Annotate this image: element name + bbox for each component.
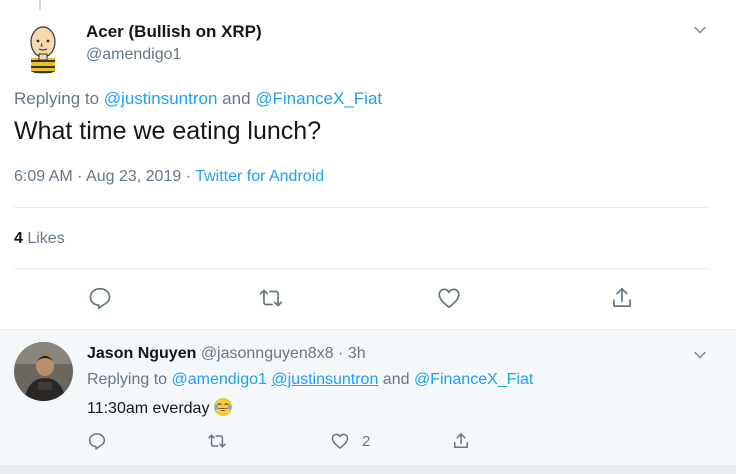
tweet-source-link[interactable]: Twitter for Android	[195, 168, 324, 185]
divider	[0, 465, 736, 474]
tweet-time[interactable]: 6:09 AM	[14, 168, 73, 185]
replying-prefix: Replying to	[87, 371, 172, 388]
meta-separator: ·	[181, 168, 196, 185]
reply-time[interactable]: 3h	[348, 345, 366, 362]
tears-of-joy-emoji	[213, 397, 233, 417]
mention-link[interactable]: @FinanceX_Fiat	[255, 89, 382, 108]
replying-to-line: Replying to @amendigo1 @justinsuntron an…	[87, 371, 533, 389]
reply-icon[interactable]	[87, 430, 107, 452]
heart-icon	[331, 433, 349, 449]
author-name[interactable]: Acer (Bullish on XRP)	[86, 22, 262, 42]
like-count: 2	[362, 432, 371, 450]
tweet-metadata: 6:09 AM · Aug 23, 2019 · Twitter for And…	[14, 168, 324, 186]
chevron-down-icon[interactable]	[690, 345, 710, 365]
replying-prefix: Replying to	[14, 89, 104, 108]
divider	[14, 207, 710, 208]
mention-link[interactable]: @justinsuntron	[104, 89, 218, 108]
mention-link[interactable]: @amendigo1	[172, 371, 267, 388]
reply-text-content: 11:30am everday	[87, 400, 210, 417]
avatar[interactable]	[14, 16, 72, 74]
likes-count-link[interactable]: 4 Likes	[14, 230, 65, 248]
tweet-date[interactable]: Aug 23, 2019	[86, 168, 181, 185]
chevron-down-icon[interactable]	[690, 20, 710, 40]
meta-separator: ·	[72, 168, 87, 185]
avatar[interactable]	[14, 342, 73, 401]
time-separator: ·	[333, 345, 348, 362]
reply-author-name[interactable]: Jason Nguyen	[87, 345, 196, 362]
reply-author-handle[interactable]: @jasonnguyen8x8	[201, 345, 334, 362]
replying-to-line: Replying to @justinsuntron and @FinanceX…	[14, 89, 382, 109]
retweet-icon[interactable]	[207, 430, 227, 452]
likes-number: 4	[14, 230, 23, 247]
author-handle[interactable]: @amendigo1	[86, 46, 181, 64]
mention-link[interactable]: @FinanceX_Fiat	[414, 371, 533, 388]
reply-header: Jason Nguyen @jasonnguyen8x8 · 3h	[87, 345, 366, 363]
replying-and: and	[217, 89, 256, 108]
thread-line	[39, 0, 41, 10]
main-tweet: Acer (Bullish on XRP) @amendigo1 Replyin…	[0, 0, 736, 328]
tweet-text: What time we eating lunch?	[14, 117, 322, 145]
share-icon[interactable]	[609, 285, 635, 311]
like-button[interactable]: 2	[330, 430, 370, 452]
heart-icon[interactable]	[436, 285, 462, 311]
share-icon[interactable]	[451, 430, 471, 452]
reply-tweet[interactable]: Jason Nguyen @jasonnguyen8x8 · 3h Replyi…	[0, 329, 736, 465]
retweet-icon[interactable]	[258, 285, 284, 311]
avatar-photo-image	[14, 342, 73, 401]
replying-and: and	[378, 371, 414, 388]
reply-icon[interactable]	[87, 285, 113, 311]
avatar-cartoon-image	[14, 16, 72, 74]
reply-text: 11:30am everday	[87, 397, 233, 418]
likes-label: Likes	[22, 230, 65, 247]
divider	[14, 268, 710, 269]
mention-link[interactable]: @justinsuntron	[271, 371, 378, 388]
